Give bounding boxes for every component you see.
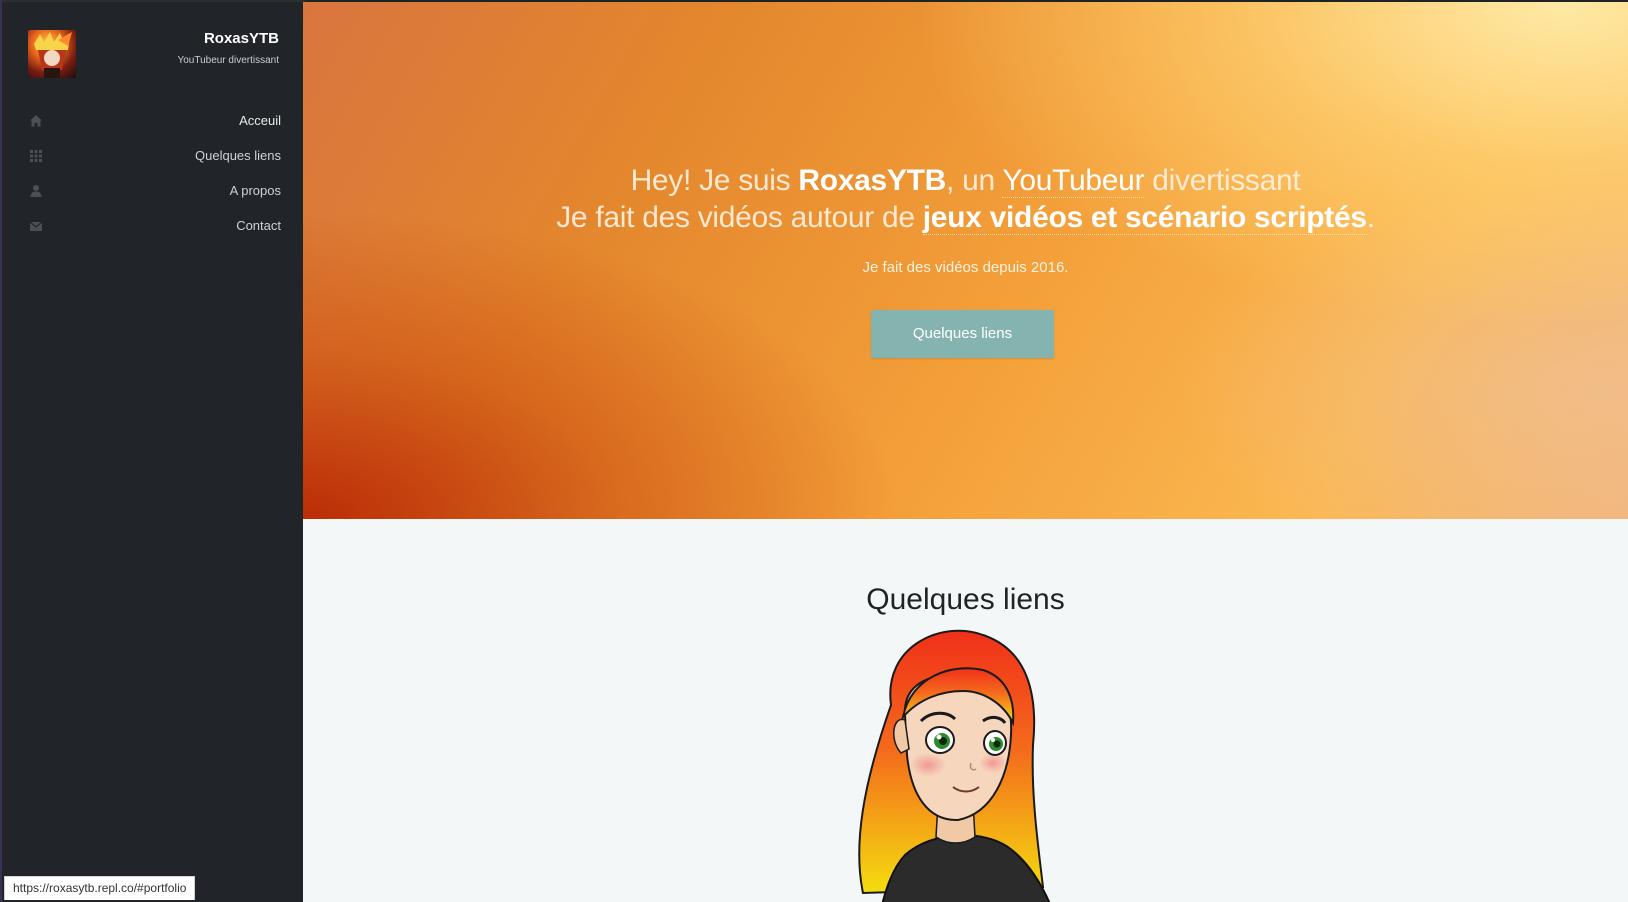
sidebar-item-label: Contact: [236, 218, 281, 233]
sidebar-item-contact[interactable]: Contact: [2, 209, 305, 244]
link-status-bar: https://roxasytb.repl.co/#portfolio: [4, 876, 196, 900]
sidebar-item-quelques-liens[interactable]: Quelques liens: [2, 139, 305, 174]
avatar[interactable]: [28, 30, 76, 78]
hero-text: divertissant: [1144, 164, 1301, 197]
hero-text: .: [1366, 201, 1375, 234]
brand-name[interactable]: RoxasYTB: [204, 30, 279, 47]
hero-heading-line2: Je fait des vidéos autour de jeux vidéos…: [303, 201, 1628, 235]
sidebar-nav: Acceuil Quelques liens A propos Contact: [2, 104, 305, 244]
character-illustration: [833, 625, 1063, 902]
sidebar-item-label: Quelques liens: [195, 148, 281, 163]
hero-name: RoxasYTB: [798, 164, 947, 197]
grid-icon: [29, 149, 43, 163]
section-title: Quelques liens: [866, 583, 1065, 616]
sidebar-item-label: A propos: [229, 183, 281, 198]
hero-heading-line1: Hey! Je suis RoxasYTB, un YouTubeur dive…: [303, 164, 1628, 198]
hero-text: , un: [946, 164, 1003, 197]
envelope-icon: [29, 219, 43, 233]
quelques-liens-button[interactable]: Quelques liens: [871, 310, 1054, 358]
sidebar-item-acceuil[interactable]: Acceuil: [2, 104, 305, 139]
hero-text: Je fait des vidéos autour de: [556, 201, 923, 234]
sidebar-item-a-propos[interactable]: A propos: [2, 174, 305, 209]
hero-subtitle: Je fait des vidéos depuis 2016.: [862, 259, 1069, 276]
hero-text: Hey! Je suis: [630, 164, 799, 197]
hero-banner: Hey! Je suis RoxasYTB, un YouTubeur dive…: [303, 2, 1628, 519]
hero-youtubeur-link[interactable]: YouTubeur: [1002, 164, 1145, 198]
home-icon: [29, 114, 43, 128]
hero-topics-link[interactable]: jeux vidéos et scénario scriptés: [922, 201, 1367, 235]
avatar-image-icon: [34, 32, 72, 78]
page: RoxasYTB YouTubeur divertissant Acceuil: [0, 0, 1628, 902]
user-icon: [29, 184, 43, 198]
sidebar-top-border: [2, 0, 305, 2]
sidebar: RoxasYTB YouTubeur divertissant Acceuil: [0, 0, 305, 902]
brand-tagline: YouTubeur divertissant: [177, 55, 279, 66]
sidebar-item-label: Acceuil: [239, 113, 281, 128]
portfolio-section: Quelques liens: [303, 519, 1628, 902]
